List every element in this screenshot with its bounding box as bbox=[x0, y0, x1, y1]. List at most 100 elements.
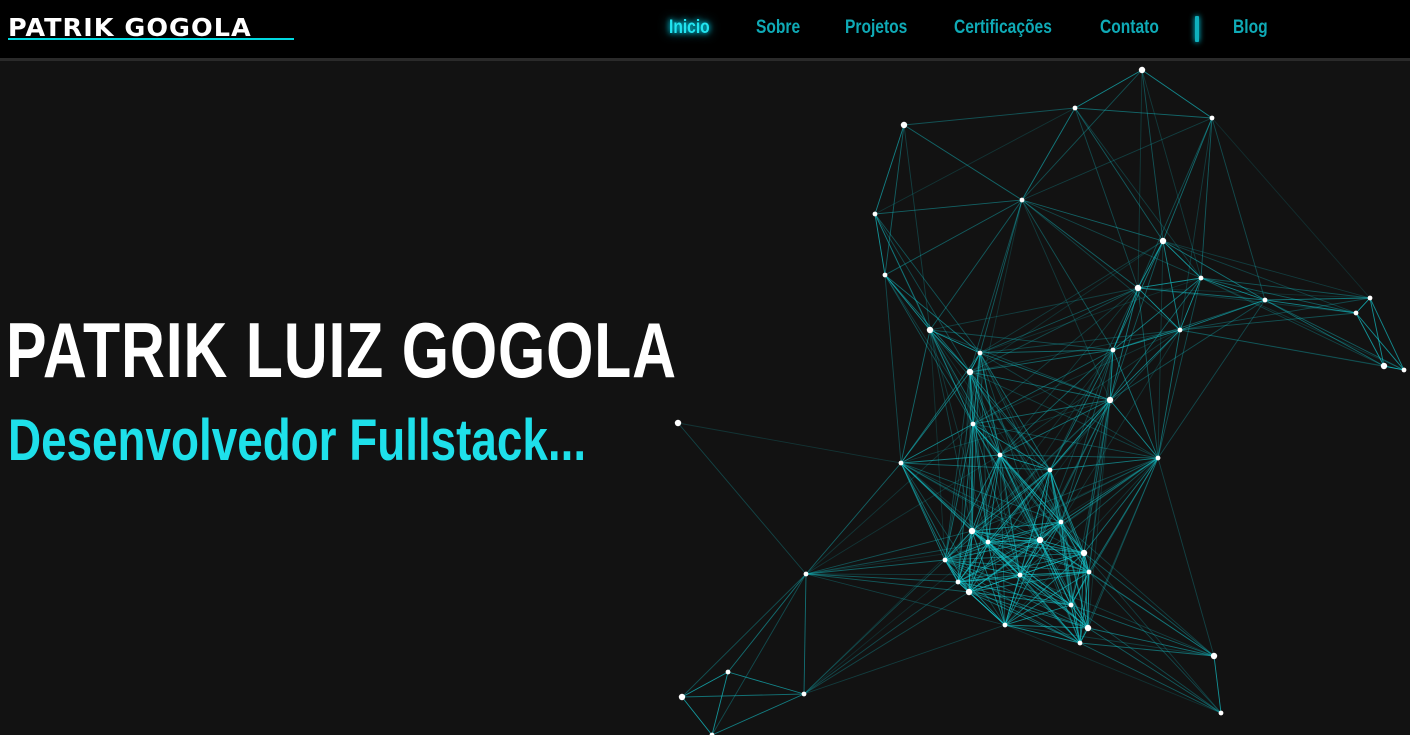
network-line bbox=[803, 581, 959, 695]
network-line bbox=[1109, 399, 1159, 459]
network-line bbox=[1137, 287, 1159, 459]
network-line bbox=[1137, 277, 1202, 289]
network-node bbox=[1218, 710, 1224, 716]
network-node bbox=[1080, 549, 1088, 557]
logo-underline bbox=[8, 38, 294, 40]
network-node bbox=[1058, 519, 1064, 525]
network-line bbox=[1021, 69, 1143, 201]
network-node bbox=[1134, 284, 1142, 292]
network-node bbox=[1155, 455, 1161, 461]
network-line bbox=[1200, 277, 1371, 299]
network-line bbox=[884, 274, 974, 425]
network-line bbox=[1070, 457, 1159, 606]
network-line bbox=[1355, 312, 1405, 371]
network-lines bbox=[677, 69, 1405, 735]
nav-link-certificacoes[interactable]: Certificações bbox=[954, 14, 1052, 42]
nav-link-inicio[interactable]: Inicio bbox=[669, 14, 710, 42]
network-node bbox=[1159, 237, 1167, 245]
network-line bbox=[999, 329, 1181, 456]
network-node bbox=[1262, 297, 1268, 303]
nav-link-blog[interactable]: Blog bbox=[1233, 14, 1268, 42]
network-line bbox=[1074, 69, 1143, 109]
network-line bbox=[681, 573, 807, 698]
network-node bbox=[1353, 310, 1359, 316]
network-line bbox=[727, 671, 805, 695]
network-line bbox=[874, 213, 931, 331]
network-line bbox=[803, 624, 1006, 695]
network-node bbox=[926, 326, 934, 334]
network-line bbox=[903, 107, 1076, 126]
network-line bbox=[1019, 574, 1215, 657]
network-node bbox=[1367, 295, 1373, 301]
network-node bbox=[1380, 362, 1388, 370]
network-node bbox=[1086, 569, 1092, 575]
network-line bbox=[805, 530, 973, 575]
network-line bbox=[999, 399, 1111, 456]
network-node bbox=[1106, 396, 1114, 404]
network-line bbox=[1021, 199, 1181, 331]
network-node bbox=[1084, 624, 1092, 632]
network-node bbox=[1198, 275, 1204, 281]
network-line bbox=[1141, 69, 1164, 242]
network-node bbox=[900, 121, 908, 129]
network-node bbox=[1017, 572, 1023, 578]
network-node bbox=[1019, 197, 1025, 203]
hero-name: PATRIK LUIZ GOGOLA bbox=[6, 306, 677, 394]
network-line bbox=[727, 573, 807, 673]
network-line bbox=[1074, 107, 1213, 119]
network-node bbox=[898, 460, 904, 466]
network-line bbox=[1083, 552, 1215, 657]
network-node bbox=[1072, 105, 1078, 111]
network-node bbox=[882, 272, 888, 278]
network-line bbox=[805, 573, 959, 583]
network-line bbox=[677, 422, 807, 575]
network-node bbox=[997, 452, 1003, 458]
network-line bbox=[1004, 624, 1222, 714]
network-line bbox=[1162, 240, 1181, 331]
network-node bbox=[968, 527, 976, 535]
network-line bbox=[1074, 107, 1139, 289]
network-line bbox=[681, 671, 729, 698]
network-node bbox=[1209, 115, 1215, 121]
network-node bbox=[1210, 652, 1218, 660]
network-line bbox=[681, 693, 805, 698]
network-line bbox=[1039, 539, 1215, 657]
network-line bbox=[1369, 297, 1405, 371]
network-node bbox=[674, 419, 682, 427]
network-line bbox=[803, 591, 970, 695]
network-line bbox=[1137, 240, 1164, 289]
network-line bbox=[1109, 299, 1266, 401]
network-line bbox=[1213, 655, 1222, 714]
network-node bbox=[970, 421, 976, 427]
network-node bbox=[985, 539, 991, 545]
network-line bbox=[1141, 69, 1213, 119]
network-node bbox=[678, 693, 686, 701]
network-line bbox=[1137, 287, 1266, 301]
top-navbar: PATRIK GOGOLA Inicio Sobre Projetos Cert… bbox=[0, 0, 1410, 61]
network-node bbox=[872, 211, 878, 217]
network-line bbox=[1137, 287, 1181, 331]
network-line bbox=[1157, 277, 1202, 459]
network-line bbox=[1162, 240, 1371, 299]
network-line bbox=[1109, 240, 1164, 401]
network-line bbox=[677, 422, 902, 464]
network-line bbox=[1109, 277, 1202, 401]
network-line bbox=[884, 274, 902, 464]
network-line bbox=[1083, 552, 1222, 714]
network-line bbox=[1079, 642, 1215, 657]
network-node bbox=[1138, 66, 1146, 74]
network-node bbox=[966, 368, 974, 376]
network-line bbox=[1179, 329, 1405, 371]
nav-link-sobre[interactable]: Sobre bbox=[756, 14, 800, 42]
network-line bbox=[803, 573, 807, 695]
hero-role: Desenvolvedor Fullstack... bbox=[8, 408, 587, 473]
network-line bbox=[944, 559, 970, 593]
network-line bbox=[1211, 117, 1371, 299]
network-line bbox=[711, 671, 729, 735]
nav-link-contato[interactable]: Contato bbox=[1100, 14, 1159, 42]
network-line bbox=[929, 329, 1114, 351]
nav-link-projetos[interactable]: Projetos bbox=[845, 14, 907, 42]
network-line bbox=[1087, 627, 1215, 657]
network-line bbox=[929, 287, 1139, 331]
network-line bbox=[1021, 117, 1213, 201]
